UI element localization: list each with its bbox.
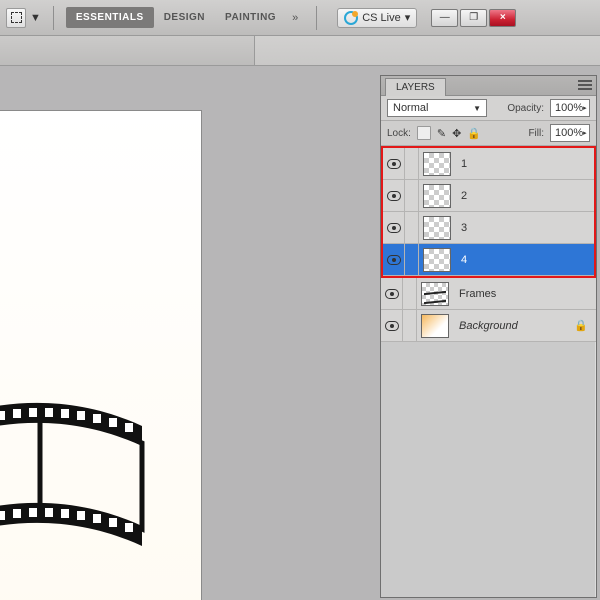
- film-strip-graphic: [0, 391, 157, 571]
- close-button[interactable]: ×: [489, 9, 516, 27]
- document-tab-bar: [0, 36, 600, 66]
- document-tab[interactable]: [0, 36, 255, 65]
- panel-menu-icon[interactable]: [578, 80, 592, 92]
- link-column[interactable]: [403, 310, 417, 341]
- blend-mode-select[interactable]: Normal ▼: [387, 99, 487, 117]
- visibility-toggle-icon[interactable]: [387, 223, 401, 233]
- layer-name[interactable]: Frames: [459, 288, 496, 300]
- chevron-down-icon[interactable]: ▼: [30, 12, 41, 24]
- link-column[interactable]: [405, 244, 419, 275]
- blend-opacity-row: Normal ▼ Opacity: 100% ▸: [381, 96, 596, 121]
- layer-name[interactable]: 4: [461, 254, 467, 266]
- link-column[interactable]: [405, 212, 419, 243]
- visibility-toggle-icon[interactable]: [387, 191, 401, 201]
- separator: [316, 6, 317, 30]
- lock-all-icon[interactable]: 🔒: [467, 127, 481, 140]
- lock-transparent-icon[interactable]: [417, 126, 431, 140]
- layer-row[interactable]: Background 🔒: [381, 310, 596, 342]
- fill-label: Fill:: [528, 128, 544, 139]
- visibility-toggle-icon[interactable]: [385, 289, 399, 299]
- layer-name[interactable]: Background: [459, 320, 518, 332]
- artboard: [0, 111, 201, 600]
- layer-thumbnail[interactable]: [423, 184, 451, 208]
- layer-row[interactable]: 2: [383, 180, 594, 212]
- layers-tab[interactable]: LAYERS: [385, 78, 446, 96]
- workspace-design[interactable]: DESIGN: [154, 7, 215, 28]
- layer-thumbnail[interactable]: [423, 248, 451, 272]
- lock-brush-icon[interactable]: ✎: [437, 127, 446, 140]
- lock-fill-row: Lock: ✎ ✥ 🔒 Fill: 100% ▸: [381, 121, 596, 146]
- marquee-icon: [11, 12, 22, 23]
- fill-value: 100%: [555, 127, 583, 139]
- layer-thumbnail[interactable]: [421, 282, 449, 306]
- minimize-button[interactable]: —: [431, 9, 458, 27]
- link-column[interactable]: [405, 180, 419, 211]
- layer-list: 1 2 3 4 F: [381, 146, 596, 342]
- layer-row[interactable]: 1: [383, 148, 594, 180]
- chevron-down-icon: ▾: [405, 11, 411, 24]
- layer-row-selected[interactable]: 4: [383, 244, 594, 276]
- cs-live-label: CS Live: [362, 12, 401, 24]
- workspace-more[interactable]: »: [286, 12, 304, 24]
- selection-tool-preset[interactable]: [6, 8, 26, 28]
- chevron-down-icon: ▼: [473, 104, 481, 113]
- opacity-label: Opacity:: [507, 103, 544, 114]
- layer-name[interactable]: 3: [461, 222, 467, 234]
- chevron-right-icon: ▸: [583, 104, 587, 112]
- layer-thumbnail[interactable]: [423, 216, 451, 240]
- layer-row[interactable]: 3: [383, 212, 594, 244]
- workspace-painting[interactable]: PAINTING: [215, 7, 286, 28]
- layer-name[interactable]: 2: [461, 190, 467, 202]
- link-column[interactable]: [405, 148, 419, 179]
- layers-panel: LAYERS Normal ▼ Opacity: 100% ▸ Lock: ✎ …: [380, 75, 597, 598]
- opacity-value: 100%: [555, 102, 583, 114]
- visibility-toggle-icon[interactable]: [385, 321, 399, 331]
- layer-thumbnail[interactable]: [421, 314, 449, 338]
- layer-thumbnail[interactable]: [423, 152, 451, 176]
- cs-live-icon: [344, 11, 358, 25]
- visibility-toggle-icon[interactable]: [387, 159, 401, 169]
- lock-position-icon[interactable]: ✥: [452, 127, 461, 140]
- cs-live-button[interactable]: CS Live ▾: [337, 8, 417, 28]
- layer-name[interactable]: 1: [461, 158, 467, 170]
- layer-row[interactable]: Frames: [381, 278, 596, 310]
- blend-mode-value: Normal: [393, 102, 428, 114]
- highlight-box: 1 2 3 4: [381, 146, 596, 278]
- link-column[interactable]: [403, 278, 417, 309]
- opacity-input[interactable]: 100% ▸: [550, 99, 590, 117]
- lock-icon[interactable]: 🔒: [574, 319, 588, 332]
- lock-label: Lock:: [387, 128, 411, 139]
- separator: [53, 6, 54, 30]
- chevron-right-icon: ▸: [583, 129, 587, 137]
- tool-options: ▼: [6, 8, 41, 28]
- fill-input[interactable]: 100% ▸: [550, 124, 590, 142]
- window-controls: — ❐ ×: [431, 9, 516, 27]
- workspace-essentials[interactable]: ESSENTIALS: [66, 7, 154, 28]
- workspace-switcher: ESSENTIALS DESIGN PAINTING »: [66, 7, 304, 28]
- app-menu-bar: ▼ ESSENTIALS DESIGN PAINTING » CS Live ▾…: [0, 0, 600, 36]
- panel-tab-bar: LAYERS: [381, 76, 596, 96]
- maximize-button[interactable]: ❐: [460, 9, 487, 27]
- visibility-toggle-icon[interactable]: [387, 255, 401, 265]
